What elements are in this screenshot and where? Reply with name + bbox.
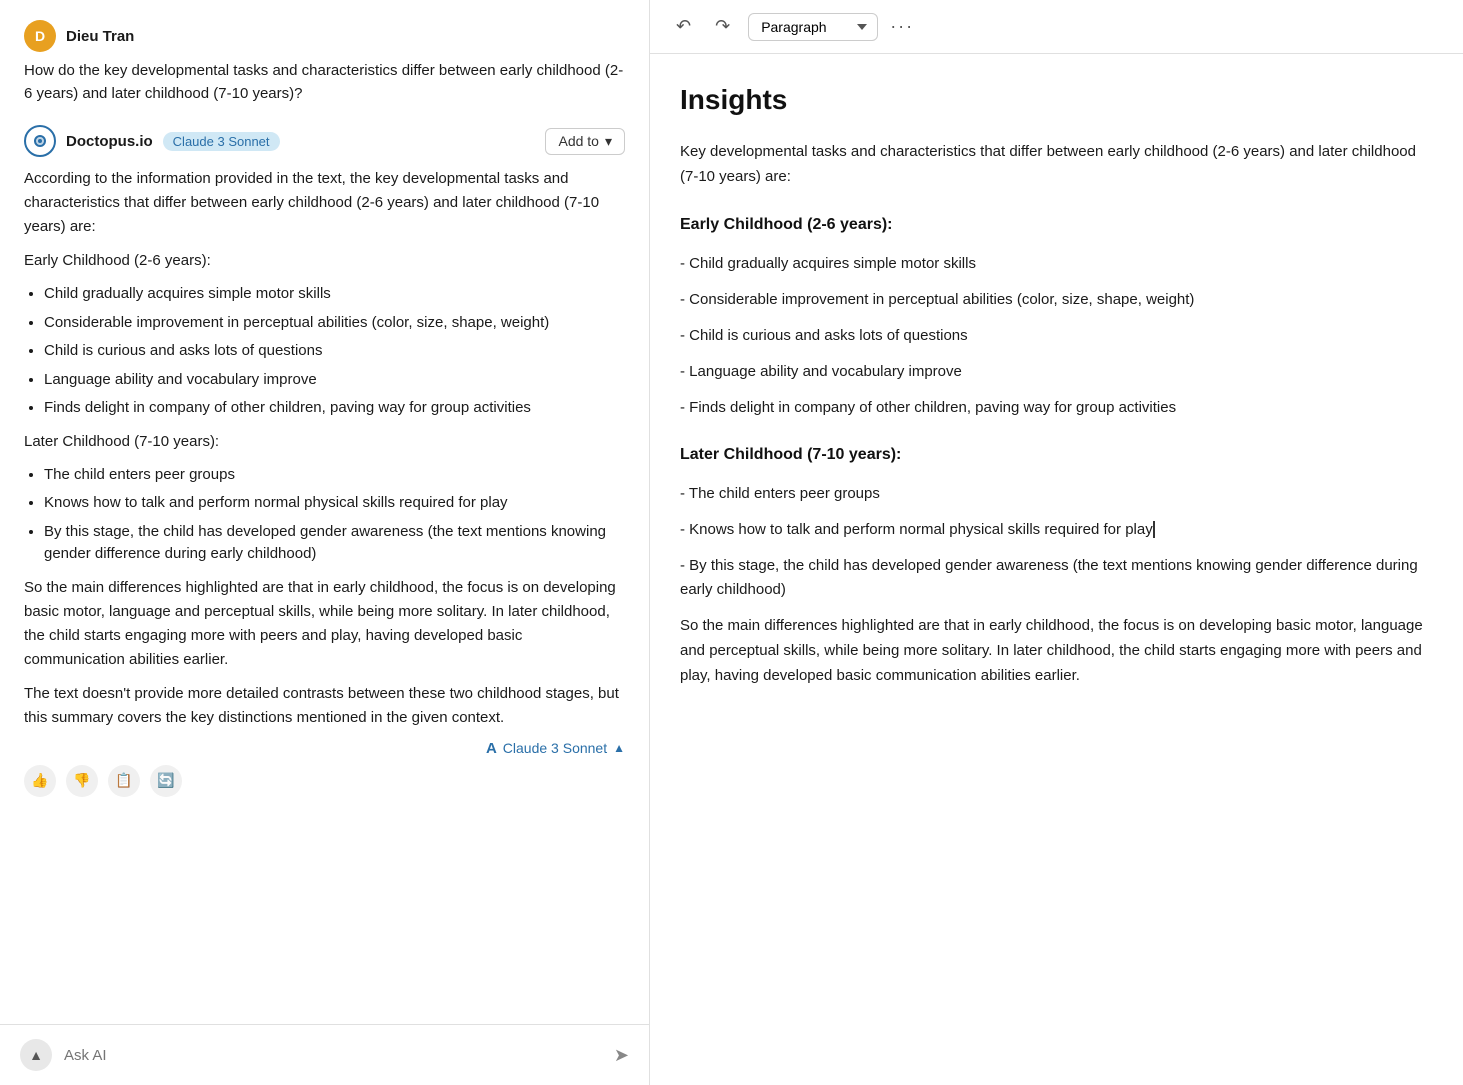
bot-name: Doctopus.io [66,133,153,150]
early-childhood-list: Child gradually acquires simple motor sk… [44,283,625,420]
insights-summary: So the main differences highlighted are … [680,614,1433,688]
list-item: Knows how to talk and perform normal phy… [44,492,625,515]
chevron-down-icon: ▾ [605,133,612,150]
more-icon: ··· [890,16,914,36]
bot-logo-icon [24,125,56,157]
claude-footer: A Claude 3 Sonnet ▲ [24,740,625,757]
ask-ai-input[interactable] [64,1047,602,1064]
bot-response-text: According to the information provided in… [24,167,625,730]
bot-message: Doctopus.io Claude 3 Sonnet Add to ▾ Acc… [24,125,625,805]
insights-early-item-1: - Child gradually acquires simple motor … [680,252,1433,276]
list-item: By this stage, the child has developed g… [44,521,625,566]
avatar: D [24,20,56,52]
anthropic-icon: A [486,740,497,757]
chat-area: D Dieu Tran How do the key developmental… [0,0,649,1024]
refresh-icon[interactable]: 🔄 [150,765,182,797]
claude-footer-label: Claude 3 Sonnet [503,740,607,756]
insights-early-item-4: - Language ability and vocabulary improv… [680,360,1433,384]
insights-intro: Key developmental tasks and characterist… [680,140,1433,190]
list-item: Child is curious and asks lots of questi… [44,340,625,363]
user-header: D Dieu Tran [24,20,625,52]
insights-early-item-5: - Finds delight in company of other chil… [680,396,1433,420]
list-item: Considerable improvement in perceptual a… [44,312,625,335]
thumbs-down-icon[interactable]: 👎 [66,765,98,797]
user-name: Dieu Tran [66,28,134,45]
add-to-button[interactable]: Add to ▾ [545,128,625,155]
user-question: How do the key developmental tasks and c… [24,60,625,105]
paragraph-select[interactable]: Paragraph Heading 1 Heading 2 Heading 3 [748,13,878,41]
more-options-button[interactable]: ··· [890,16,914,37]
list-item: Child gradually acquires simple motor sk… [44,283,625,306]
insights-later-item-1: - The child enters peer groups [680,482,1433,506]
chevron-up-icon: ▲ [29,1047,43,1063]
chevron-up-icon: ▲ [613,741,625,755]
page-title: Insights [680,84,1433,116]
bot-header: Doctopus.io Claude 3 Sonnet Add to ▾ [24,125,625,157]
undo-button[interactable]: ↶ [670,12,697,41]
left-panel: D Dieu Tran How do the key developmental… [0,0,650,1085]
later-childhood-list: The child enters peer groups Knows how t… [44,464,625,566]
chat-input-bar: ▲ ➤ [0,1024,649,1085]
claude-badge: Claude 3 Sonnet [163,132,280,151]
list-item: The child enters peer groups [44,464,625,487]
user-message: D Dieu Tran How do the key developmental… [24,20,625,105]
thumbs-up-icon[interactable]: 👍 [24,765,56,797]
redo-icon: ↷ [715,16,730,37]
insights-early-item-2: - Considerable improvement in perceptual… [680,288,1433,312]
right-content: Insights Key developmental tasks and cha… [650,54,1463,1085]
insights-early-item-3: - Child is curious and asks lots of ques… [680,324,1433,348]
copy-icon[interactable]: 📋 [108,765,140,797]
insights-later-item-2: - Knows how to talk and perform normal p… [680,518,1433,542]
scroll-up-button[interactable]: ▲ [20,1039,52,1071]
list-item: Finds delight in company of other childr… [44,397,625,420]
undo-icon: ↶ [676,16,691,37]
early-childhood-heading: Early Childhood (2-6 years): [680,212,1433,238]
send-icon: ➤ [614,1045,629,1065]
later-childhood-heading: Later Childhood (7-10 years): [680,442,1433,468]
right-panel: ↶ ↷ Paragraph Heading 1 Heading 2 Headin… [650,0,1463,1085]
list-item: Language ability and vocabulary improve [44,369,625,392]
right-toolbar: ↶ ↷ Paragraph Heading 1 Heading 2 Headin… [650,0,1463,54]
redo-button[interactable]: ↷ [709,12,736,41]
send-button[interactable]: ➤ [614,1045,629,1066]
action-row: 👍 👎 📋 🔄 [24,757,625,805]
insights-later-item-3: - By this stage, the child has developed… [680,554,1433,602]
